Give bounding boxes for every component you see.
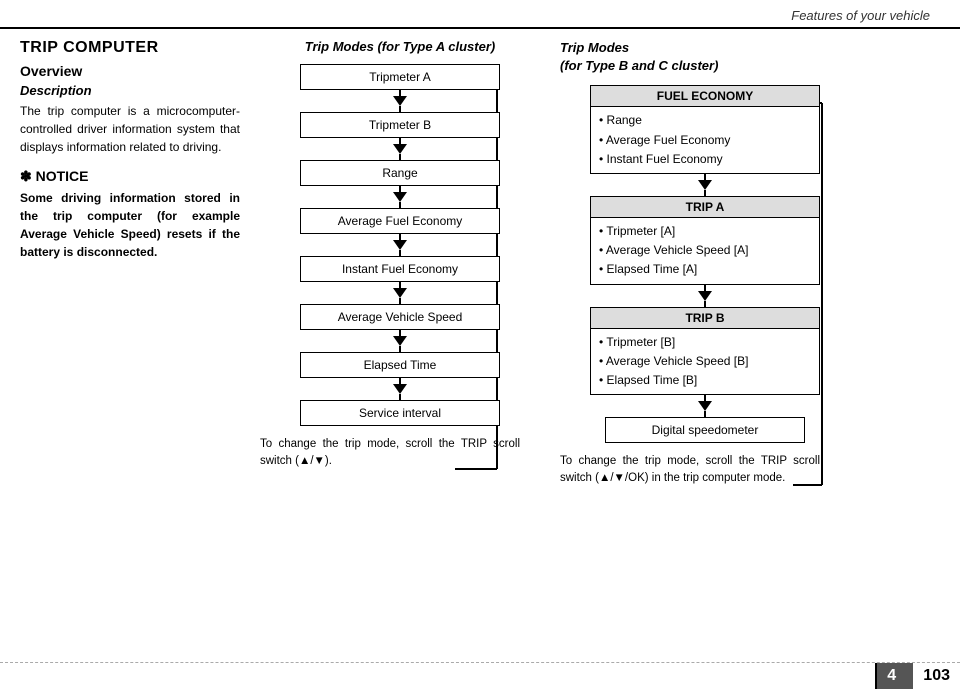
footer-left bbox=[0, 663, 875, 689]
flow-diagram-bc: FUEL ECONOMY • Range • Average Fuel Econ… bbox=[560, 85, 850, 443]
bc-arrow bbox=[698, 291, 712, 301]
bc-arrow bbox=[698, 401, 712, 411]
fuel-economy-content: • Range • Average Fuel Economy • Instant… bbox=[591, 107, 819, 173]
flow-arrow bbox=[393, 192, 407, 202]
flow-arrow bbox=[393, 240, 407, 250]
mid-bottom-note: To change the trip mode, scroll the TRIP… bbox=[260, 436, 520, 471]
bc-box-fuel-economy: FUEL ECONOMY • Range • Average Fuel Econ… bbox=[590, 85, 820, 174]
bc-box-trip-a: TRIP A • Tripmeter [A] • Average Vehicle… bbox=[590, 196, 820, 285]
page-chapter: 4 bbox=[877, 663, 913, 689]
page-header: Features of your vehicle bbox=[0, 0, 960, 29]
flow-container: Tripmeter A Tripmeter B Range bbox=[260, 64, 540, 426]
flow-box-tripmeter-b: Tripmeter B bbox=[300, 112, 500, 138]
bc-container: FUEL ECONOMY • Range • Average Fuel Econ… bbox=[560, 85, 850, 443]
mid-col-title: Trip Modes (for Type A cluster) bbox=[260, 39, 540, 54]
trip-a-header: TRIP A bbox=[591, 197, 819, 218]
main-title: TRIP COMPUTER bbox=[20, 39, 240, 57]
flow-box-instant-fuel: Instant Fuel Economy bbox=[300, 256, 500, 282]
page-footer: 4 103 bbox=[0, 662, 960, 689]
page-number: 103 bbox=[913, 663, 960, 689]
notice-text: Some driving information stored in the t… bbox=[20, 189, 240, 261]
notice-box: ✽ NOTICE Some driving information stored… bbox=[20, 168, 240, 261]
flow-box-avg-speed: Average Vehicle Speed bbox=[300, 304, 500, 330]
flow-box-service: Service interval bbox=[300, 400, 500, 426]
right-bottom-note: To change the trip mode, scroll the TRIP… bbox=[560, 453, 820, 488]
description-subtitle: Description bbox=[20, 83, 240, 98]
middle-column: Trip Modes (for Type A cluster) Tripmete… bbox=[250, 39, 550, 640]
notice-title: ✽ NOTICE bbox=[20, 168, 240, 185]
right-col-title: Trip Modes (for Type B and C cluster) bbox=[560, 39, 940, 75]
flow-arrow bbox=[393, 144, 407, 154]
flow-box-range: Range bbox=[300, 160, 500, 186]
fuel-economy-header: FUEL ECONOMY bbox=[591, 86, 819, 107]
right-column: Trip Modes (for Type B and C cluster) FU… bbox=[550, 39, 940, 640]
flow-box-tripmeter-a: Tripmeter A bbox=[300, 64, 500, 90]
trip-b-header: TRIP B bbox=[591, 308, 819, 329]
flow-arrow bbox=[393, 384, 407, 394]
header-title: Features of your vehicle bbox=[791, 8, 930, 23]
description-text: The trip computer is a microcomputer-con… bbox=[20, 102, 240, 156]
bc-box-trip-b: TRIP B • Tripmeter [B] • Average Vehicle… bbox=[590, 307, 820, 396]
flow-box-elapsed: Elapsed Time bbox=[300, 352, 500, 378]
flow-diagram-a: Tripmeter A Tripmeter B Range bbox=[260, 64, 540, 426]
flow-arrow bbox=[393, 96, 407, 106]
flow-arrow bbox=[393, 288, 407, 298]
page-number-box: 4 103 bbox=[877, 663, 960, 689]
flow-arrow bbox=[393, 336, 407, 346]
bc-arrow bbox=[698, 180, 712, 190]
footer-right: 4 103 bbox=[875, 663, 960, 689]
trip-a-content: • Tripmeter [A] • Average Vehicle Speed … bbox=[591, 218, 819, 284]
left-column: TRIP COMPUTER Overview Description The t… bbox=[20, 39, 250, 640]
trip-b-content: • Tripmeter [B] • Average Vehicle Speed … bbox=[591, 329, 819, 395]
main-content: TRIP COMPUTER Overview Description The t… bbox=[0, 29, 960, 650]
overview-title: Overview bbox=[20, 63, 240, 79]
flow-box-avg-fuel: Average Fuel Economy bbox=[300, 208, 500, 234]
digital-speedometer-box: Digital speedometer bbox=[605, 417, 805, 443]
